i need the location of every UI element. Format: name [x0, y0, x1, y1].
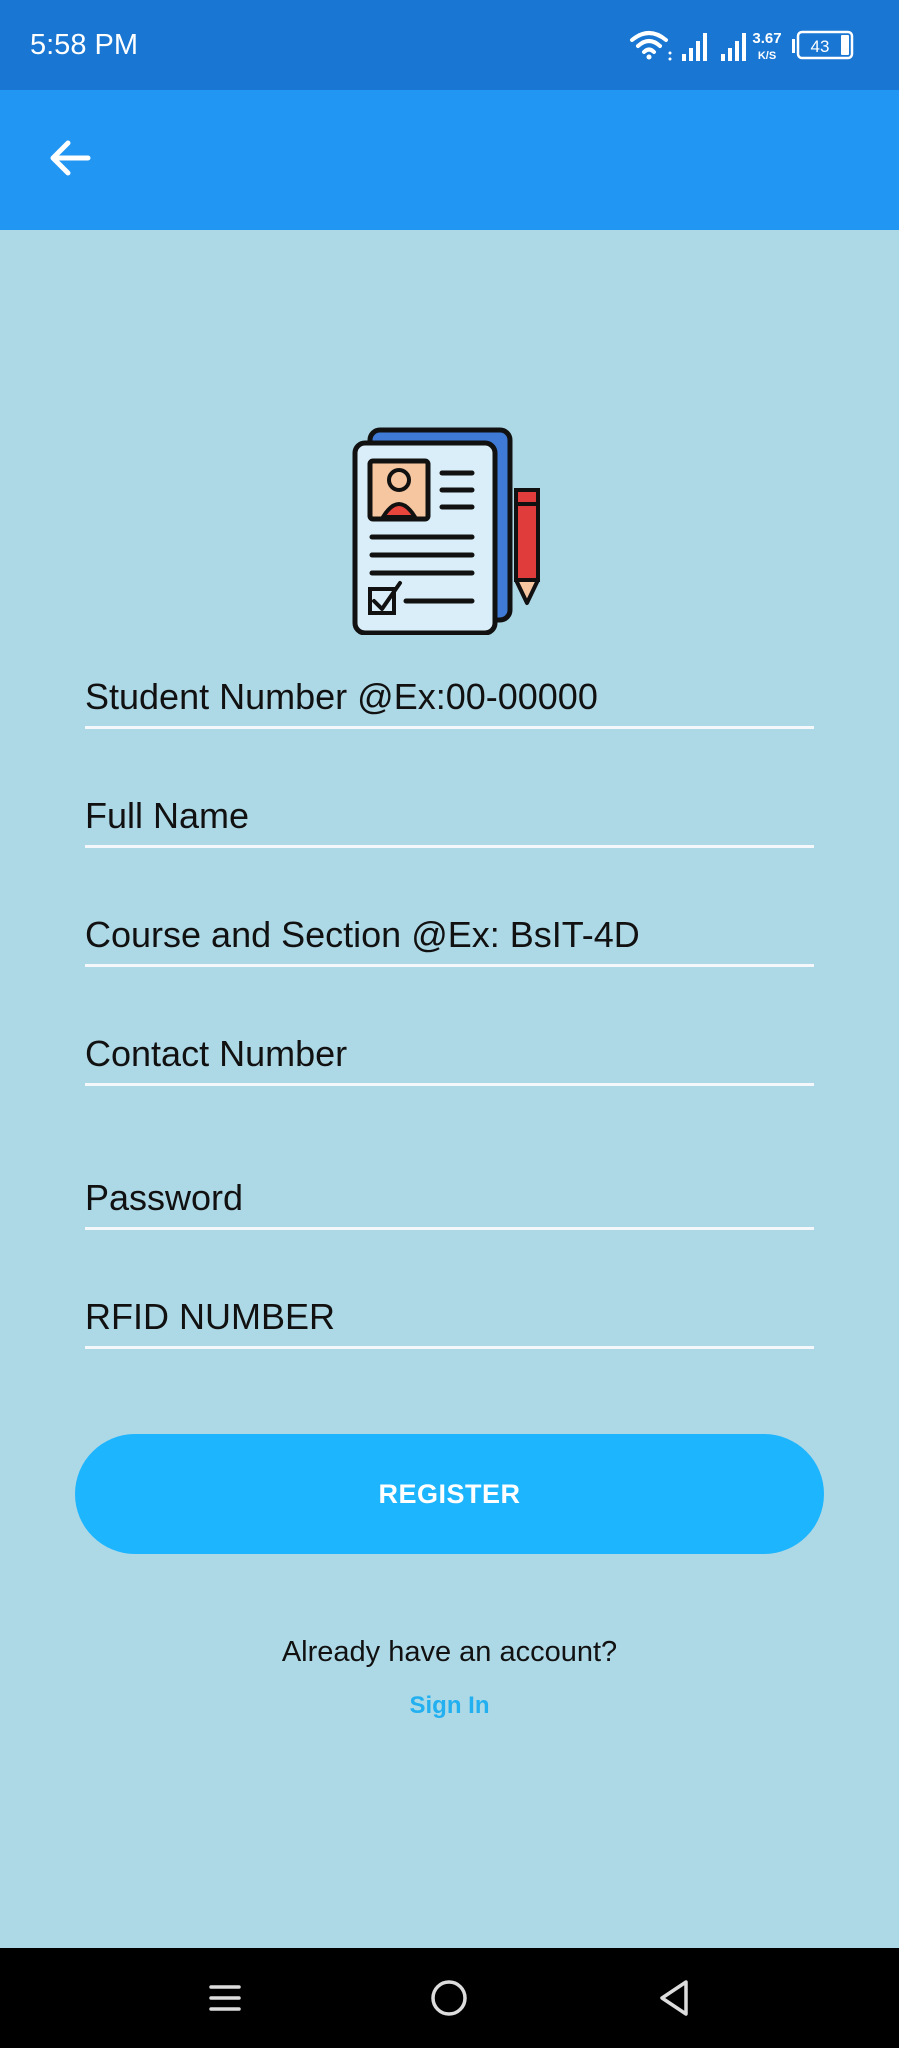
battery-level: 43 — [811, 37, 830, 56]
status-bar: 5:58 PM 3.67 K/S 43 — [0, 0, 899, 90]
navigation-bar — [0, 1948, 899, 2048]
recent-apps-button[interactable] — [195, 1968, 255, 2028]
already-have-account-text: Already have an account? — [281, 1636, 618, 1668]
contact-number-input[interactable] — [85, 1033, 814, 1075]
back-nav-button[interactable] — [644, 1968, 704, 2028]
status-icons: 3.67 K/S 43 — [630, 30, 854, 62]
registration-form-icon — [352, 427, 540, 635]
register-button[interactable]: REGISTER — [75, 1434, 824, 1554]
rfid-number-field[interactable] — [85, 1280, 814, 1349]
full-name-field[interactable] — [85, 779, 814, 848]
sign-in-link[interactable]: Sign In — [0, 1692, 899, 1720]
arrow-left-icon — [50, 140, 91, 176]
wifi-icon — [630, 31, 672, 61]
back-button[interactable] — [30, 118, 110, 198]
back-triangle-icon — [660, 1980, 688, 2016]
contact-number-field[interactable] — [85, 1017, 814, 1086]
home-icon — [431, 1980, 467, 2016]
student-number-field[interactable] — [85, 660, 814, 729]
battery-icon: 43 — [792, 30, 854, 60]
signal-icon — [682, 33, 707, 61]
student-number-input[interactable] — [85, 676, 814, 718]
app-bar — [0, 90, 899, 230]
full-name-input[interactable] — [85, 795, 814, 837]
status-time: 5:58 PM — [30, 29, 138, 61]
menu-icon — [209, 1985, 241, 2011]
password-field[interactable] — [85, 1161, 814, 1230]
course-section-input[interactable] — [85, 914, 814, 956]
password-input[interactable] — [85, 1177, 814, 1219]
home-button[interactable] — [419, 1968, 479, 2028]
rfid-number-input[interactable] — [85, 1296, 814, 1338]
network-speed-value: 3.67 — [752, 30, 781, 47]
signal-icon — [721, 33, 746, 61]
network-speed-unit: K/S — [758, 50, 776, 62]
course-section-field[interactable] — [85, 898, 814, 967]
